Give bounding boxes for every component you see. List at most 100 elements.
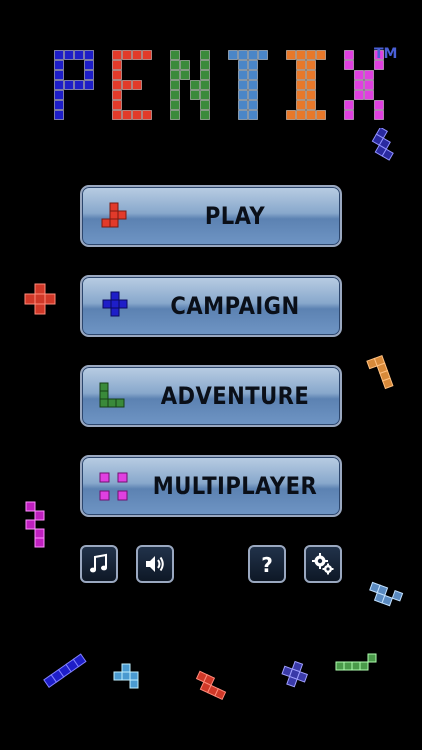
logo-block: [180, 60, 190, 70]
logo-block: [344, 60, 354, 70]
logo-block: [248, 80, 258, 90]
logo-block: [248, 100, 258, 110]
logo-block: [238, 90, 248, 100]
logo-block: [238, 50, 248, 60]
logo-block: [112, 70, 122, 80]
logo-block: [54, 90, 64, 100]
logo-block: [74, 80, 84, 90]
decorative-piece-magenta: [25, 501, 45, 548]
decorative-piece-purple: [371, 128, 394, 161]
logo-block: [238, 110, 248, 120]
logo-block: [364, 80, 374, 90]
logo-block: [248, 90, 258, 100]
logo-block: [238, 100, 248, 110]
logo-letter: [112, 50, 152, 120]
logo-block: [296, 50, 306, 60]
settings-gear-icon: [312, 553, 334, 575]
logo-block: [200, 50, 210, 60]
logo-block: [364, 90, 374, 100]
logo-letter: [286, 50, 326, 120]
logo-block: [286, 110, 296, 120]
logo-block: [54, 70, 64, 80]
multiplayer-label: MULTIPLAYER: [152, 472, 318, 500]
logo-block: [54, 50, 64, 60]
logo-block: [248, 60, 258, 70]
adventure-label: ADVENTURE: [160, 382, 310, 410]
logo-block: [306, 50, 316, 60]
logo-block: [200, 110, 210, 120]
logo-block: [248, 50, 258, 60]
logo-block: [258, 50, 268, 60]
logo-block: [84, 50, 94, 60]
decorative-piece-indigo: [281, 660, 308, 688]
logo-block: [74, 50, 84, 60]
logo-block: [54, 100, 64, 110]
logo-block: [122, 50, 132, 60]
logo-block: [132, 50, 142, 60]
adventure-button[interactable]: ADVENTURE: [80, 365, 342, 427]
logo-block: [344, 110, 354, 120]
logo-block: [296, 60, 306, 70]
help-icon: ?: [261, 553, 273, 576]
logo-block: [112, 50, 122, 60]
music-note-icon: [90, 553, 107, 573]
settings-button[interactable]: [304, 545, 342, 583]
decorative-piece-red-cross: [24, 283, 56, 315]
campaign-label: CAMPAIGN: [170, 292, 300, 320]
adventure-piece-icon: [99, 382, 125, 408]
logo-block: [170, 90, 180, 100]
logo-block: [354, 90, 364, 100]
multiplayer-piece-icon: [99, 472, 128, 501]
trademark: TM: [374, 46, 398, 62]
logo-block: [306, 60, 316, 70]
campaign-button[interactable]: CAMPAIGN: [80, 275, 342, 337]
logo-letter: [170, 50, 210, 120]
logo-block: [170, 80, 180, 90]
decorative-piece-cyan: [113, 663, 139, 689]
logo-block: [112, 110, 122, 120]
logo-block: [200, 60, 210, 70]
decorative-piece-lightblue: [369, 581, 404, 607]
logo-block: [306, 70, 316, 80]
logo-block: [200, 80, 210, 90]
play-piece-icon: [101, 202, 127, 228]
help-button[interactable]: ?: [248, 545, 286, 583]
logo-block: [142, 110, 152, 120]
logo-block: [200, 100, 210, 110]
logo-block: [238, 60, 248, 70]
logo-block: [248, 110, 258, 120]
logo-block: [296, 110, 306, 120]
logo-block: [142, 50, 152, 60]
sound-button[interactable]: [136, 545, 174, 583]
logo-block: [228, 50, 238, 60]
decorative-piece-green: [335, 653, 377, 671]
logo-block: [170, 110, 180, 120]
logo-block: [132, 80, 142, 90]
logo-block: [170, 60, 180, 70]
decorative-piece-orange: [366, 355, 394, 390]
logo-block: [316, 110, 326, 120]
logo-block: [296, 90, 306, 100]
logo-block: [190, 80, 200, 90]
play-button[interactable]: PLAY: [80, 185, 342, 247]
music-button[interactable]: [80, 545, 118, 583]
logo-block: [354, 80, 364, 90]
svg-text:?: ?: [261, 553, 273, 576]
logo-block: [248, 70, 258, 80]
logo-block: [354, 70, 364, 80]
logo-block: [344, 100, 354, 110]
logo-block: [200, 90, 210, 100]
logo-block: [306, 80, 316, 90]
logo-block: [170, 100, 180, 110]
logo-block: [296, 70, 306, 80]
logo-block: [296, 100, 306, 110]
play-label: PLAY: [204, 202, 266, 230]
logo-block: [112, 100, 122, 110]
logo-block: [374, 100, 384, 110]
logo-block: [64, 80, 74, 90]
logo-block: [344, 50, 354, 60]
multiplayer-button[interactable]: MULTIPLAYER: [80, 455, 342, 517]
logo-block: [238, 70, 248, 80]
logo-block: [190, 90, 200, 100]
logo-block: [84, 60, 94, 70]
